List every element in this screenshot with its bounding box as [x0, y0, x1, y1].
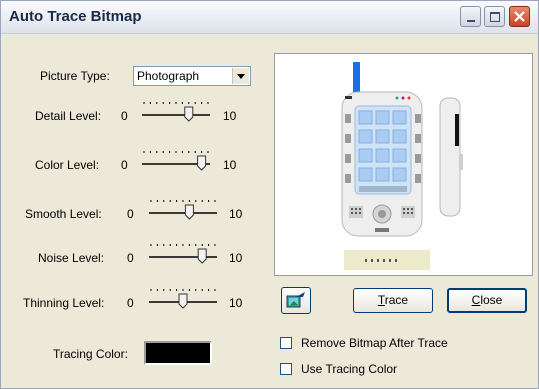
noise-level-slider[interactable] — [145, 241, 221, 265]
thinning-max: 10 — [229, 296, 243, 310]
noise-max: 10 — [229, 251, 243, 265]
use-tracing-color-checkbox[interactable] — [280, 363, 292, 375]
tracing-color-label: Tracing Color: — [53, 347, 128, 361]
bitmap-preview — [274, 53, 533, 276]
slider-thumb[interactable] — [184, 106, 194, 122]
slider-track-graphic — [142, 102, 210, 122]
smooth-min: 0 — [127, 207, 134, 221]
detail-min: 0 — [121, 109, 128, 123]
slider-track-graphic — [149, 289, 217, 309]
dialog-title: Auto Trace Bitmap — [9, 8, 142, 25]
close-window-button[interactable] — [509, 6, 530, 27]
auto-trace-dialog: Auto Trace Bitmap Picture Type: Photogra… — [0, 0, 539, 389]
slider-track-graphic — [142, 151, 210, 171]
thinning-level-label: Thinning Level: — [23, 296, 105, 310]
slider-thumb[interactable] — [184, 204, 194, 220]
color-level-label: Color Level: — [35, 158, 100, 172]
thinning-level-slider[interactable] — [145, 286, 221, 310]
detail-level-slider[interactable] — [138, 99, 214, 123]
mnemonic-letter: T — [377, 293, 385, 307]
smooth-level-slider[interactable] — [145, 197, 221, 221]
picture-type-label: Picture Type: — [40, 69, 110, 83]
phone-preview-image — [341, 62, 463, 270]
title-bar[interactable]: Auto Trace Bitmap — [1, 1, 538, 34]
smooth-level-label: Smooth Level: — [25, 207, 102, 221]
mnemonic-letter: C — [471, 293, 481, 307]
detail-level-label: Detail Level: — [35, 109, 102, 123]
slider-thumb[interactable] — [178, 293, 188, 309]
color-min: 0 — [121, 158, 128, 172]
use-tracing-color-label: Use Tracing Color — [301, 362, 398, 376]
picture-type-value: Photograph — [137, 69, 200, 83]
tracing-color-swatch[interactable] — [144, 341, 212, 365]
trace-button-label: Trace — [377, 293, 409, 307]
trace-preview-icon — [286, 292, 305, 308]
minimize-button[interactable] — [460, 6, 481, 27]
slider-track-graphic — [149, 200, 217, 220]
color-max: 10 — [223, 158, 237, 172]
chevron-down-icon — [237, 74, 245, 79]
noise-level-label: Noise Level: — [38, 251, 105, 265]
color-level-slider[interactable] — [138, 148, 214, 172]
slider-thumb[interactable] — [197, 248, 207, 264]
remove-bitmap-label: Remove Bitmap After Trace — [301, 336, 448, 350]
close-button-label: Close — [471, 293, 503, 307]
detail-max: 10 — [223, 109, 237, 123]
dropdown-arrow[interactable] — [232, 68, 249, 84]
slider-track-graphic — [149, 244, 217, 264]
maximize-icon — [490, 12, 500, 22]
maximize-button[interactable] — [484, 6, 505, 27]
smooth-max: 10 — [229, 207, 243, 221]
noise-min: 0 — [127, 251, 134, 265]
remove-bitmap-checkbox[interactable] — [280, 337, 292, 349]
minimize-icon — [467, 20, 475, 22]
close-icon — [514, 11, 525, 22]
trace-button[interactable]: Trace — [353, 288, 433, 313]
picture-type-select[interactable]: Photograph — [133, 66, 251, 86]
thinning-min: 0 — [127, 296, 134, 310]
slider-thumb[interactable] — [197, 155, 207, 171]
preview-toggle-button[interactable] — [281, 287, 311, 314]
close-button[interactable]: Close — [447, 288, 527, 313]
